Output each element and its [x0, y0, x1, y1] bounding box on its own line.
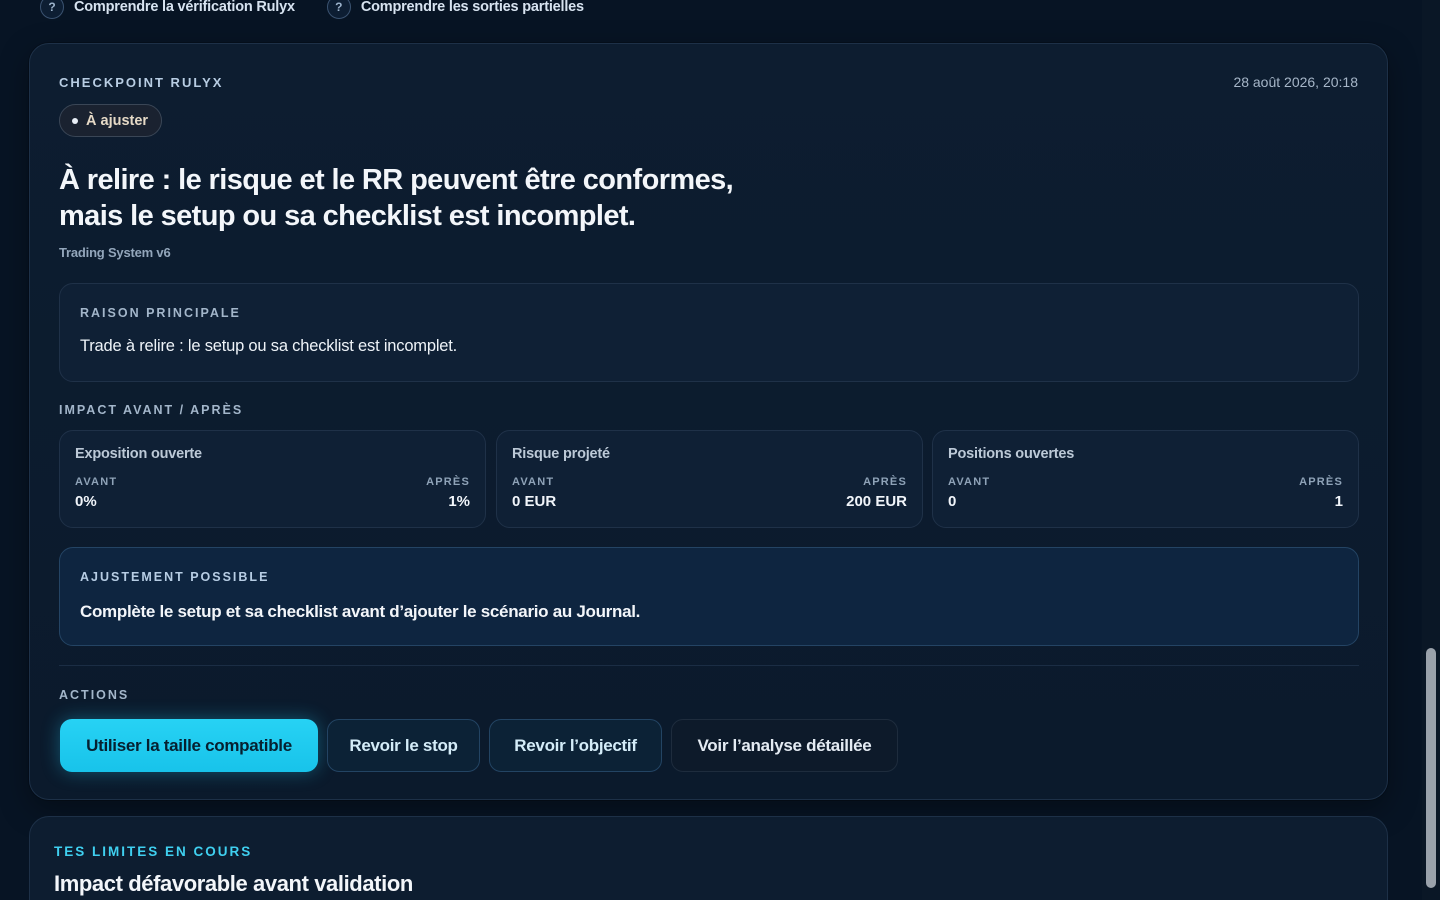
after-value: 1 — [1334, 493, 1343, 510]
before-label: AVANT — [948, 476, 991, 488]
review-target-button[interactable]: Revoir l’objectif — [489, 719, 662, 772]
help-link-verification[interactable]: ? Comprendre la vérification Rulyx — [40, 0, 295, 19]
after-label: APRÈS — [863, 476, 907, 488]
checkpoint-date: 28 août 2026, 20:18 — [1233, 74, 1358, 90]
actions-title: ACTIONS — [59, 688, 130, 702]
scrollbar-thumb[interactable] — [1426, 648, 1436, 888]
limits-eyebrow: TES LIMITES EN COURS — [54, 844, 253, 859]
metric-title: Exposition ouverte — [75, 446, 202, 462]
adjustment-text: Complète le setup et sa checklist avant … — [80, 602, 641, 621]
help-link-partial-exits[interactable]: ? Comprendre les sorties partielles — [326, 0, 584, 19]
question-icon: ? — [326, 0, 351, 19]
main-reason-title: RAISON PRINCIPALE — [80, 306, 241, 320]
checkpoint-eyebrow: CHECKPOINT RULYX — [59, 75, 224, 90]
impact-title: IMPACT AVANT / APRÈS — [59, 403, 244, 417]
after-value: 200 EUR — [846, 493, 907, 510]
help-link-label: Comprendre la vérification Rulyx — [74, 0, 295, 15]
status-badge: À ajuster — [59, 104, 163, 137]
after-label: APRÈS — [1299, 476, 1343, 488]
metric-title: Risque projeté — [512, 446, 610, 462]
adjustment-panel: AJUSTEMENT POSSIBLE Complète le setup et… — [59, 547, 1359, 646]
trading-system-label: Trading System v6 — [59, 245, 171, 260]
after-label: APRÈS — [426, 476, 470, 488]
status-badge-label: À ajuster — [86, 112, 149, 129]
help-links: ? Comprendre la vérification Rulyx ? Com… — [40, 0, 584, 20]
headline-line-2: mais le setup ou sa checklist est incomp… — [59, 200, 636, 232]
metric-card-exposure: Exposition ouverte AVANT APRÈS 0% 1% — [59, 430, 486, 528]
before-value: 0 — [948, 493, 957, 510]
question-icon: ? — [40, 0, 64, 19]
metric-card-risk: Risque projeté AVANT APRÈS 0 EUR 200 EUR — [496, 430, 923, 528]
main-reason-panel: RAISON PRINCIPALE Trade à relire : le se… — [59, 283, 1359, 382]
status-dot-icon — [72, 117, 78, 124]
use-compatible-size-button[interactable]: Utiliser la taille compatible — [60, 719, 318, 772]
before-value: 0% — [75, 493, 97, 510]
after-value: 1% — [448, 493, 470, 510]
limits-card: TES LIMITES EN COURS Impact défavorable … — [29, 816, 1388, 900]
adjustment-title: AJUSTEMENT POSSIBLE — [80, 570, 270, 584]
divider — [59, 665, 1359, 666]
checkpoint-card: CHECKPOINT RULYX 28 août 2026, 20:18 À a… — [29, 43, 1388, 800]
limits-title: Impact défavorable avant validation — [54, 871, 413, 896]
metric-card-positions: Positions ouvertes AVANT APRÈS 0 1 — [932, 430, 1359, 528]
metric-title: Positions ouvertes — [948, 446, 1075, 462]
before-label: AVANT — [512, 476, 555, 488]
page: ? Comprendre la vérification Rulyx ? Com… — [0, 0, 1440, 900]
view-detailed-analysis-button[interactable]: Voir l’analyse détaillée — [671, 719, 898, 772]
before-value: 0 EUR — [512, 493, 557, 510]
review-stop-button[interactable]: Revoir le stop — [327, 719, 480, 772]
headline-line-1: À relire : le risque et le RR peuvent êt… — [59, 164, 734, 196]
before-label: AVANT — [75, 476, 118, 488]
main-reason-text: Trade à relire : le setup ou sa checklis… — [80, 337, 458, 355]
help-link-label: Comprendre les sorties partielles — [360, 0, 584, 15]
checkpoint-headline: À relire : le risque et le RR peuvent êt… — [59, 162, 819, 234]
